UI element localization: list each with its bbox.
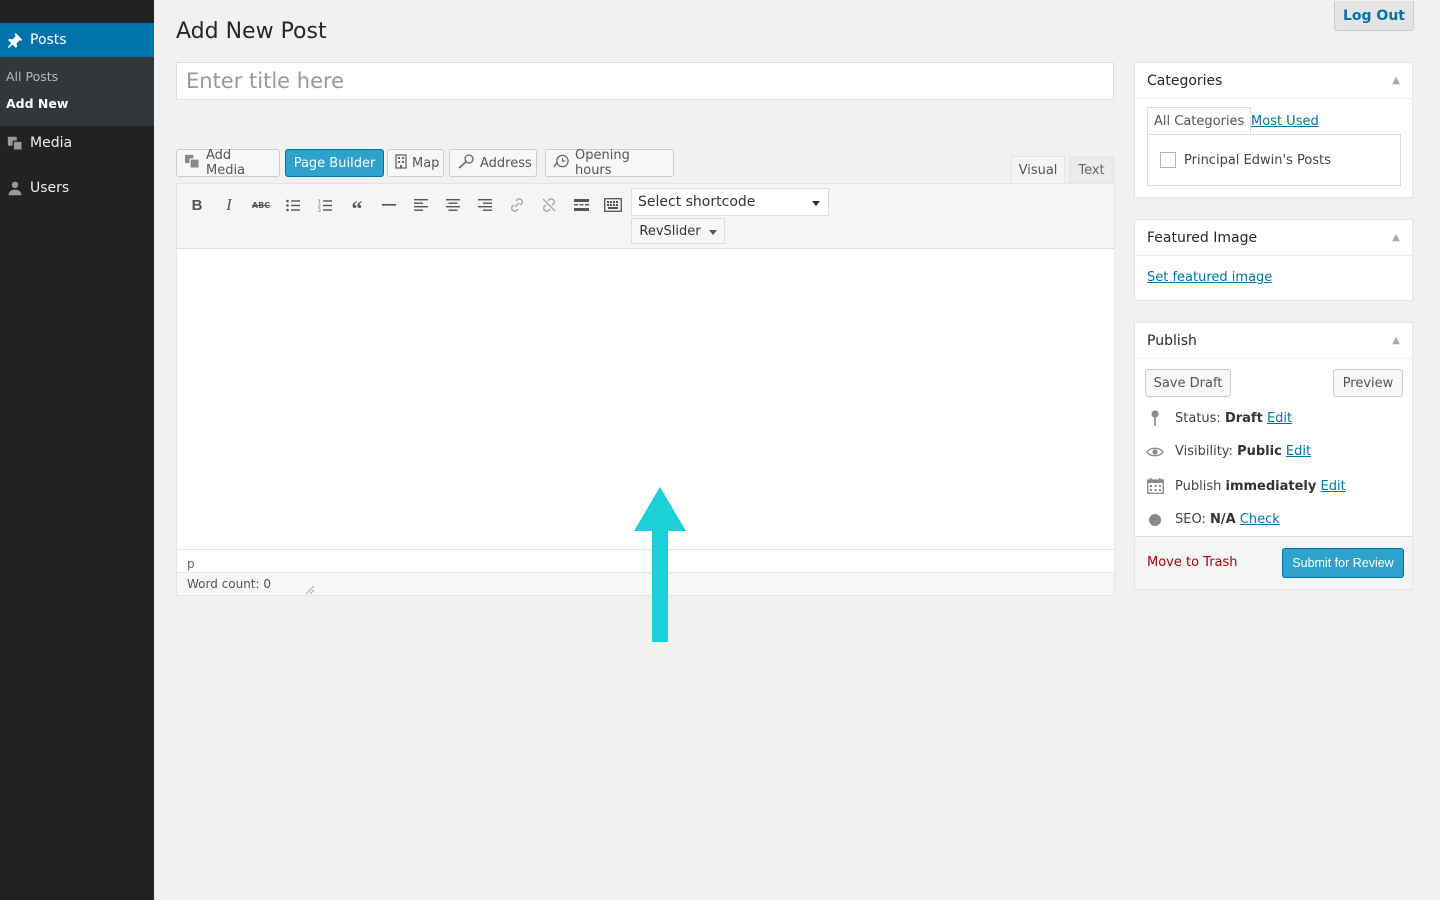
status-label: Status:	[1175, 410, 1221, 426]
post-title-input[interactable]	[176, 62, 1114, 100]
building-icon	[395, 153, 407, 173]
caret-down-icon	[812, 194, 820, 210]
admin-sidebar: Posts All Posts Add New Media Users	[0, 0, 154, 900]
dropdown-label: RevSlider	[639, 223, 701, 239]
sidebar-item-label: Users	[30, 180, 70, 196]
edit-visibility-link[interactable]: Edit	[1286, 444, 1311, 459]
collapse-arrow-icon[interactable]: ▲	[1392, 232, 1400, 243]
keyboard-icon[interactable]	[600, 192, 626, 218]
seo-dot-icon	[1145, 513, 1165, 526]
eye-icon	[1145, 446, 1165, 458]
box-header[interactable]: Publish ▲	[1135, 323, 1412, 359]
link-icon[interactable]	[504, 192, 530, 218]
category-label: Principal Edwin's Posts	[1184, 152, 1331, 168]
button-label: Add Media	[206, 148, 246, 178]
map-pin-icon	[457, 153, 475, 173]
align-center-icon[interactable]	[440, 192, 466, 218]
submenu-all-posts[interactable]: All Posts	[6, 69, 58, 84]
page-title: Add New Post	[176, 19, 327, 44]
address-button[interactable]: Address	[449, 149, 537, 177]
save-draft-button[interactable]: Save Draft	[1145, 369, 1231, 397]
preview-button[interactable]: Preview	[1333, 369, 1403, 397]
publish-label: Publish	[1175, 478, 1222, 494]
sidebar-item-posts[interactable]: Posts	[0, 23, 154, 57]
tab-most-used[interactable]: Most Used	[1245, 107, 1325, 135]
status-value: Draft	[1224, 410, 1263, 426]
edit-status-link[interactable]: Edit	[1267, 411, 1292, 426]
sidebar-item-users[interactable]: Users	[0, 171, 154, 205]
seo-row: SEO: N/A Check	[1145, 512, 1280, 527]
add-media-button[interactable]: Add Media	[176, 148, 280, 178]
publish-box: Publish ▲ Save Draft Preview Status: Dra…	[1134, 322, 1413, 590]
horizontal-line-icon[interactable]	[376, 192, 402, 218]
caret-down-icon	[708, 224, 717, 239]
bold-icon[interactable]: B	[184, 192, 210, 218]
sidebar-item-label: Media	[30, 135, 73, 151]
seo-label: SEO:	[1175, 512, 1206, 527]
publish-actions: Move to Trash Submit for Review	[1135, 536, 1412, 589]
up-arrow-icon	[634, 487, 686, 642]
shortcode-select[interactable]: Select shortcode	[631, 188, 829, 216]
tab-visual[interactable]: Visual	[1011, 156, 1065, 184]
bullet-list-icon[interactable]	[280, 192, 306, 218]
editor-toolbar: B I ABC 123 “ Select shortcode RevSlider	[177, 184, 1114, 249]
categories-box: Categories ▲ All Categories Most Used Pr…	[1134, 62, 1413, 198]
logout-button[interactable]: Log Out	[1334, 1, 1414, 31]
button-label: Address	[480, 155, 532, 171]
blockquote-icon[interactable]: “	[344, 192, 370, 221]
strikethrough-icon[interactable]: ABC	[248, 192, 274, 218]
visibility-label: Visibility:	[1175, 444, 1233, 459]
publish-value: immediately	[1225, 478, 1317, 494]
italic-icon[interactable]: I	[216, 192, 242, 218]
opening-hours-button[interactable]: Opening hours	[545, 148, 674, 178]
pushpin-icon	[0, 31, 30, 49]
button-label: Map	[412, 155, 440, 171]
set-featured-image-link[interactable]: Set featured image	[1147, 270, 1272, 285]
button-label: Opening hours	[575, 148, 630, 178]
sidebar-item-media[interactable]: Media	[0, 126, 154, 160]
category-checkbox[interactable]	[1160, 152, 1176, 168]
edit-publish-link[interactable]: Edit	[1321, 479, 1346, 494]
resize-handle-icon[interactable]	[303, 583, 315, 595]
tab-text[interactable]: Text	[1069, 156, 1114, 184]
media-icon	[184, 154, 201, 173]
box-title: Featured Image	[1147, 229, 1258, 246]
status-row: Status: Draft Edit	[1145, 410, 1292, 426]
align-left-icon[interactable]	[408, 192, 434, 218]
seo-value: N/A	[1210, 512, 1236, 527]
category-list: Principal Edwin's Posts	[1147, 134, 1401, 186]
submit-for-review-button[interactable]: Submit for Review	[1282, 548, 1404, 578]
align-right-icon[interactable]	[472, 192, 498, 218]
numbered-list-icon[interactable]: 123	[312, 192, 338, 218]
box-title: Categories	[1147, 72, 1223, 89]
map-button[interactable]: Map	[387, 149, 444, 177]
check-seo-link[interactable]: Check	[1240, 512, 1280, 527]
move-to-trash-link[interactable]: Move to Trash	[1147, 555, 1238, 570]
select-value: Select shortcode	[638, 194, 756, 210]
visibility-row: Visibility: Public Edit	[1145, 444, 1311, 459]
unlink-icon[interactable]	[536, 192, 562, 218]
box-header[interactable]: Featured Image ▲	[1135, 220, 1412, 256]
collapse-arrow-icon[interactable]: ▲	[1392, 75, 1400, 86]
featured-image-box: Featured Image ▲ Set featured image	[1134, 219, 1413, 301]
pin-icon	[1145, 410, 1165, 426]
collapse-arrow-icon[interactable]: ▲	[1392, 335, 1400, 346]
box-title: Publish	[1147, 332, 1197, 349]
media-icon	[0, 134, 30, 152]
read-more-icon[interactable]	[568, 192, 594, 218]
sidebar-item-label: Posts	[30, 32, 67, 48]
publish-date-row: Publish immediately Edit	[1145, 478, 1346, 494]
visibility-value: Public	[1237, 444, 1282, 459]
revslider-dropdown[interactable]: RevSlider	[631, 218, 725, 244]
tab-all-categories[interactable]: All Categories	[1147, 107, 1252, 135]
box-header[interactable]: Categories ▲	[1135, 63, 1412, 99]
calendar-icon	[1145, 478, 1165, 494]
posts-submenu: All Posts Add New	[0, 57, 154, 126]
svg-text:3: 3	[318, 208, 321, 212]
submenu-add-new[interactable]: Add New	[6, 96, 68, 111]
user-icon	[0, 180, 30, 196]
page-builder-button[interactable]: Page Builder	[285, 149, 384, 177]
clock-icon	[553, 154, 570, 173]
